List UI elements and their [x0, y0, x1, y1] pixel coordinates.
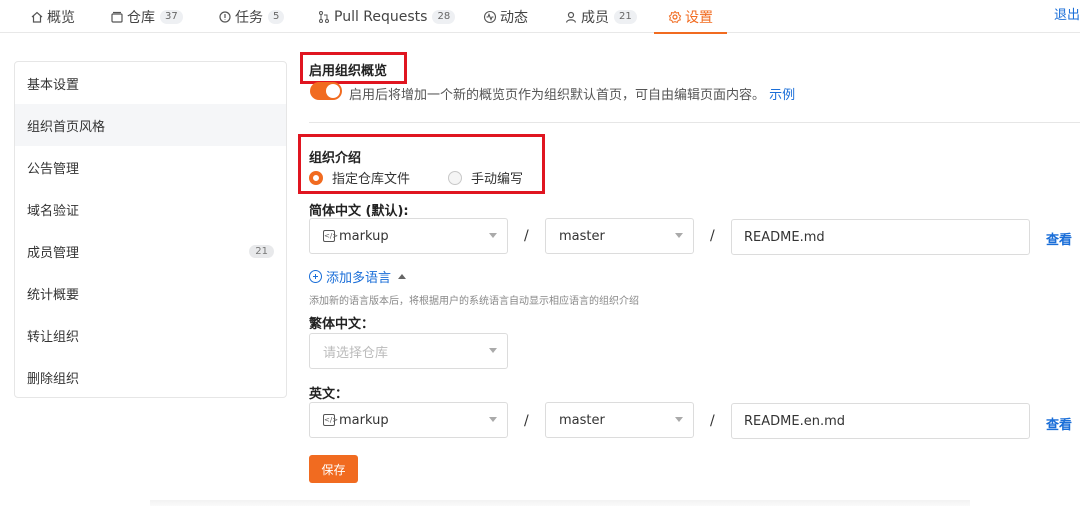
path-separator: /: [524, 228, 529, 244]
tab-activity[interactable]: 动态: [483, 0, 528, 33]
logout-link[interactable]: 退出: [1054, 4, 1080, 23]
tab-count: 5: [268, 9, 285, 24]
branch-select-value: master: [559, 412, 605, 428]
gear-icon: [668, 10, 682, 24]
radio-manual[interactable]: 手动编写: [448, 168, 523, 187]
sidebar-item-domain-verify[interactable]: 域名验证: [15, 188, 286, 230]
radio-label: 指定仓库文件: [332, 172, 411, 187]
sidebar-item-label: 转让组织: [27, 329, 80, 345]
home-icon: [30, 10, 44, 24]
path-separator: /: [524, 413, 529, 429]
sidebar-item-announcements[interactable]: 公告管理: [15, 146, 286, 188]
tab-members[interactable]: 成员 21: [564, 0, 637, 33]
overview-title: 启用组织概览: [309, 64, 388, 79]
radio-selected-dot: [309, 170, 323, 185]
file-input-value: README.md: [744, 229, 825, 245]
pull-request-icon: [317, 10, 331, 24]
sidebar-item-transfer[interactable]: 转让组织: [15, 314, 286, 356]
tab-label: 任务: [235, 9, 263, 26]
repo-select-simplified[interactable]: </> markup: [309, 218, 508, 254]
repo-select-placeholder: 请选择仓库: [323, 345, 389, 361]
tab-label: Pull Requests: [334, 8, 428, 25]
overview-desc-text: 启用后将增加一个新的概览页作为组织默认首页，可自由编辑页面内容。: [349, 88, 766, 103]
code-repo-icon: </>: [323, 230, 339, 242]
tab-overview[interactable]: 概览: [30, 0, 75, 33]
sidebar-item-homepage-style[interactable]: 组织首页风格: [15, 104, 286, 146]
caret-up-icon: [398, 274, 407, 279]
repo-select-traditional[interactable]: 请选择仓库: [309, 333, 508, 369]
activity-icon: [483, 10, 497, 24]
tab-label: 概览: [47, 9, 75, 26]
overview-toggle[interactable]: [310, 82, 342, 100]
sidebar-item-delete[interactable]: 删除组织: [15, 356, 286, 398]
tab-issues[interactable]: 任务 5: [218, 0, 285, 33]
radio-unselected-dot: [448, 170, 462, 185]
user-icon: [564, 10, 578, 24]
path-separator: /: [710, 228, 715, 244]
path-separator: /: [710, 413, 715, 429]
issue-icon: [218, 10, 232, 24]
sidebar-item-label: 删除组织: [27, 371, 80, 387]
repo-select-value: markup: [339, 228, 389, 244]
chevron-down-icon: [675, 417, 683, 422]
tab-count: 21: [614, 9, 637, 24]
repo-icon: [110, 10, 124, 24]
sidebar-item-label: 域名验证: [27, 203, 80, 219]
chevron-down-icon: [489, 233, 497, 238]
traditional-label: 繁体中文：: [309, 317, 375, 332]
tab-label: 仓库: [127, 9, 155, 26]
sidebar-item-label: 组织首页风格: [27, 119, 106, 135]
sidebar-item-basic[interactable]: 基本设置: [15, 62, 286, 104]
member-count-badge: 21: [249, 244, 274, 258]
intro-title: 组织介绍: [309, 151, 362, 166]
overview-description: 启用后将增加一个新的概览页作为组织默认首页，可自由编辑页面内容。 示例: [349, 84, 795, 103]
tab-count: 28: [432, 9, 456, 24]
sidebar-item-statistics[interactable]: 统计概要: [15, 272, 286, 314]
plus-circle-icon: [309, 270, 322, 283]
tab-count: 37: [160, 9, 183, 24]
add-language-label: 添加多语言: [326, 271, 392, 286]
radio-repo-file[interactable]: 指定仓库文件: [309, 168, 410, 187]
simplified-label: 简体中文 (默认):: [309, 204, 409, 219]
tab-repos[interactable]: 仓库 37: [110, 0, 183, 33]
sidebar-item-label: 基本设置: [27, 77, 80, 93]
toggle-knob: [326, 84, 340, 98]
chevron-down-icon: [675, 233, 683, 238]
file-input-english[interactable]: README.en.md: [731, 403, 1030, 439]
top-nav: 概览 仓库 37 任务 5 Pull Requests 28 动态 成员 21: [0, 0, 1080, 34]
branch-select-value: master: [559, 228, 605, 244]
tab-label: 设置: [685, 9, 713, 26]
sidebar-item-members[interactable]: 成员管理 21: [15, 230, 286, 272]
sidebar-item-label: 统计概要: [27, 287, 80, 303]
tab-label: 成员: [581, 9, 609, 26]
add-language-button[interactable]: 添加多语言: [309, 267, 407, 286]
add-language-hint: 添加新的语言版本后，将根据用户的系统语言自动显示相应语言的组织介绍: [309, 296, 639, 307]
file-input-simplified[interactable]: README.md: [731, 219, 1030, 255]
tab-settings[interactable]: 设置: [654, 0, 727, 34]
chevron-down-icon: [489, 417, 497, 422]
view-link-english[interactable]: 查看: [1046, 414, 1072, 433]
english-label: 英文：: [309, 387, 349, 402]
sidebar-item-label: 公告管理: [27, 161, 80, 177]
code-repo-icon: </>: [323, 414, 339, 426]
chevron-down-icon: [489, 348, 497, 353]
tab-label: 动态: [500, 9, 528, 26]
branch-select-simplified[interactable]: master: [545, 218, 694, 254]
example-link[interactable]: 示例: [769, 88, 795, 103]
repo-select-english[interactable]: </> markup: [309, 402, 508, 438]
file-input-value: README.en.md: [744, 413, 845, 429]
tab-pull-requests[interactable]: Pull Requests 28: [317, 0, 456, 33]
view-link-simplified[interactable]: 查看: [1046, 229, 1072, 248]
bottom-shadow: [150, 500, 970, 506]
save-button[interactable]: 保存: [309, 455, 358, 483]
repo-select-value: markup: [339, 412, 389, 428]
branch-select-english[interactable]: master: [545, 402, 694, 438]
sidebar-item-label: 成员管理: [27, 245, 80, 261]
radio-label: 手动编写: [471, 172, 524, 187]
section-divider: [309, 122, 1080, 123]
settings-sidebar: 基本设置 组织首页风格 公告管理 域名验证 成员管理 21 统计概要 转让组织 …: [14, 61, 287, 398]
